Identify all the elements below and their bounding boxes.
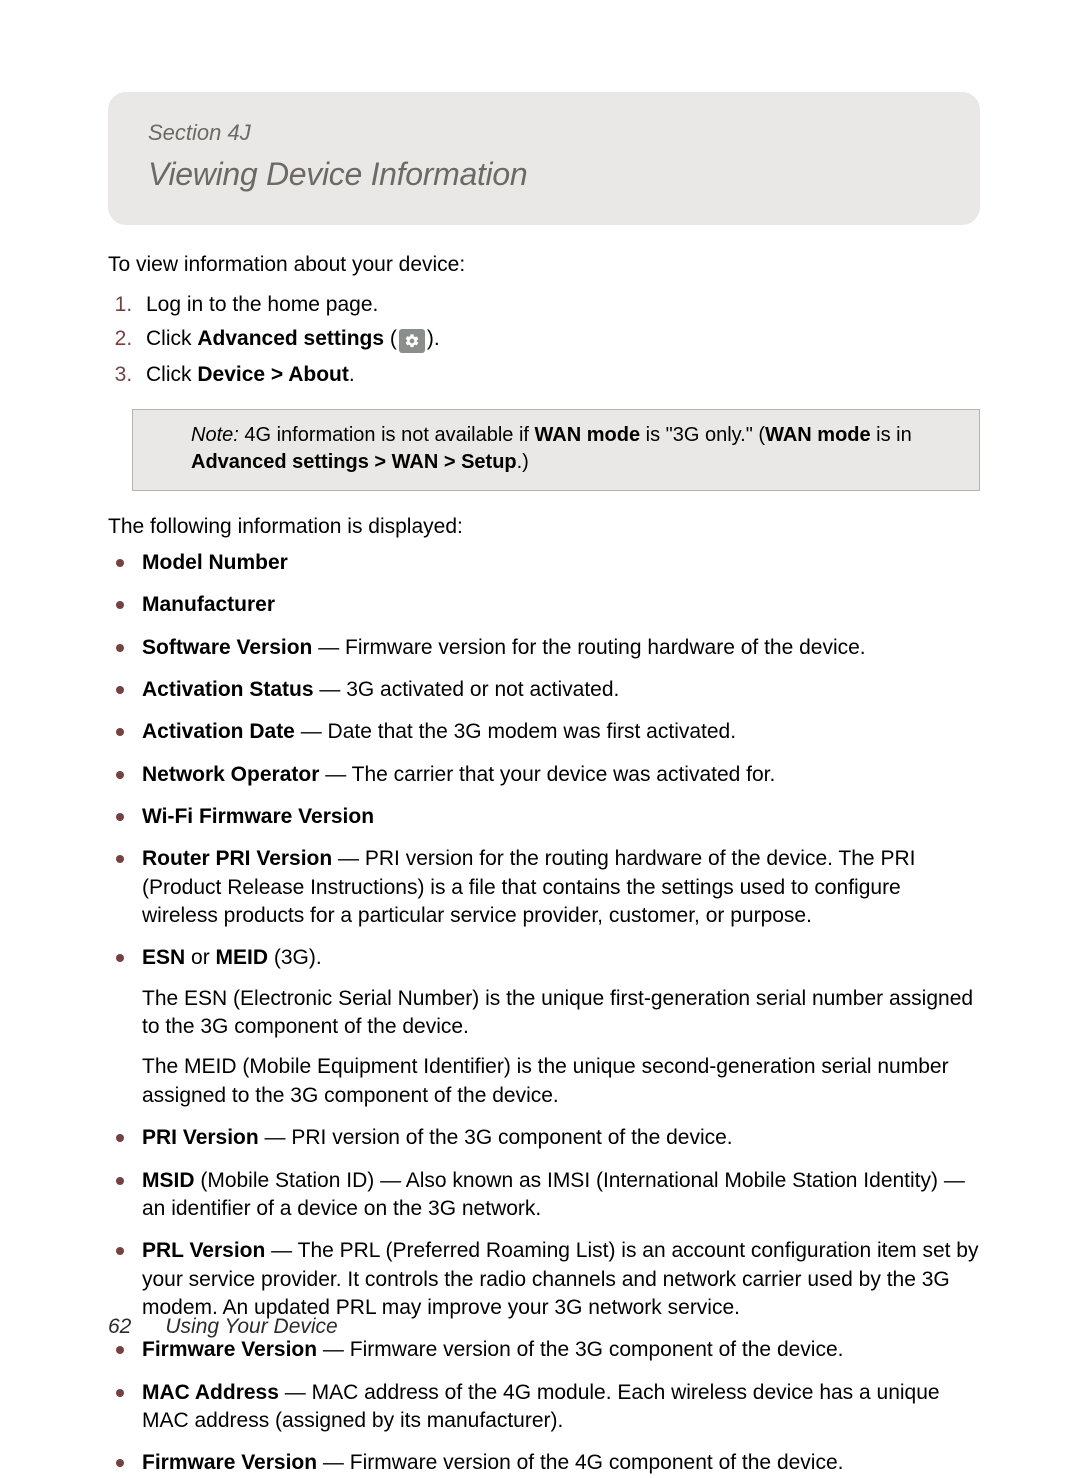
item-esn-p1: The ESN (Electronic Serial Number) is th…	[142, 985, 980, 1042]
item-network-operator: Network Operator — The carrier that your…	[138, 761, 980, 789]
note-b2: WAN mode	[765, 424, 871, 446]
item-router-pri: Router PRI Version — PRI version for the…	[138, 845, 980, 930]
step-2-paren-close: ).	[427, 327, 440, 350]
item-actdate-label: Activation Date	[142, 720, 295, 743]
item-priver-desc: — PRI version of the 3G component of the…	[259, 1126, 733, 1149]
note-t3: is in	[871, 424, 912, 446]
note-label: Note:	[191, 424, 239, 446]
section-label: Section 4J	[148, 120, 940, 146]
item-esn-label: ESN	[142, 946, 185, 969]
following-text: The following information is displayed:	[108, 515, 980, 539]
item-firmware-3g: Firmware Version — Firmware version of t…	[138, 1336, 980, 1364]
item-mac-label: MAC Address	[142, 1381, 279, 1404]
item-model: Model Number	[138, 549, 980, 577]
item-swver-label: Software Version	[142, 636, 312, 659]
item-netop-label: Network Operator	[142, 763, 319, 786]
page-footer: 62 Using Your Device	[108, 1315, 338, 1339]
item-esn-meid: ESN or MEID (3G). The ESN (Electronic Se…	[138, 944, 980, 1110]
item-swver-desc: — Firmware version for the routing hardw…	[312, 636, 865, 659]
item-fw4g-label: Firmware Version	[142, 1451, 317, 1474]
item-pri-version: PRI Version — PRI version of the 3G comp…	[138, 1124, 980, 1152]
note-t2: is "3G only." (	[640, 424, 765, 446]
item-meid-label: MEID	[216, 946, 269, 969]
item-activation-date: Activation Date — Date that the 3G modem…	[138, 718, 980, 746]
gear-icon	[399, 329, 425, 353]
item-mac-address: MAC Address — MAC address of the 4G modu…	[138, 1379, 980, 1436]
item-actstatus-desc: — 3G activated or not activated.	[314, 678, 620, 701]
item-actdate-desc: — Date that the 3G modem was first activ…	[295, 720, 736, 743]
item-fw3g-desc: — Firmware version of the 3G component o…	[317, 1338, 843, 1361]
item-fw4g-desc: — Firmware version of the 4G component o…	[317, 1451, 843, 1474]
item-activation-status: Activation Status — 3G activated or not …	[138, 676, 980, 704]
section-header: Section 4J Viewing Device Information	[108, 92, 980, 225]
item-esn-or: or	[185, 946, 215, 969]
step-1: Log in to the home page.	[138, 293, 980, 317]
chapter-name: Using Your Device	[165, 1315, 337, 1338]
item-manufacturer: Manufacturer	[138, 591, 980, 619]
item-esn-suffix: (3G).	[268, 946, 322, 969]
step-3: Click Device > About.	[138, 363, 980, 387]
step-1-text: Log in to the home page.	[146, 293, 378, 316]
item-mfr-label: Manufacturer	[142, 593, 275, 616]
item-esn-p2: The MEID (Mobile Equipment Identifier) i…	[142, 1053, 980, 1110]
item-software-version: Software Version — Firmware version for …	[138, 634, 980, 662]
note-box: Note: 4G information is not available if…	[132, 409, 980, 491]
item-prlver-label: PRL Version	[142, 1239, 265, 1262]
item-wifi-firmware: Wi-Fi Firmware Version	[138, 803, 980, 831]
step-2-prefix: Click	[146, 327, 197, 350]
step-3-suffix: .	[349, 363, 355, 386]
item-msid-desc: (Mobile Station ID) — Also known as IMSI…	[142, 1169, 965, 1220]
note-t4: .)	[517, 451, 529, 473]
item-routerpri-label: Router PRI Version	[142, 847, 332, 870]
item-msid-label: MSID	[142, 1169, 195, 1192]
item-model-label: Model Number	[142, 551, 288, 574]
intro-text: To view information about your device:	[108, 253, 980, 277]
step-2: Click Advanced settings ().	[138, 327, 980, 353]
item-wififw-label: Wi-Fi Firmware Version	[142, 805, 374, 828]
note-b3: Advanced settings > WAN > Setup	[191, 451, 517, 473]
step-3-path: Device > About	[197, 363, 349, 386]
note-t1: 4G information is not available if	[239, 424, 535, 446]
steps-list: Log in to the home page. Click Advanced …	[108, 293, 980, 387]
section-title: Viewing Device Information	[148, 156, 940, 193]
step-2-paren-open: (	[384, 327, 397, 350]
item-msid: MSID (Mobile Station ID) — Also known as…	[138, 1167, 980, 1224]
item-firmware-4g: Firmware Version — Firmware version of t…	[138, 1449, 980, 1477]
note-b1: WAN mode	[535, 424, 641, 446]
item-netop-desc: — The carrier that your device was activ…	[319, 763, 775, 786]
item-actstatus-label: Activation Status	[142, 678, 314, 701]
step-2-bold: Advanced settings	[197, 327, 384, 350]
item-prlver-desc: — The PRL (Preferred Roaming List) is an…	[142, 1239, 979, 1319]
step-3-prefix: Click	[146, 363, 197, 386]
item-priver-label: PRI Version	[142, 1126, 259, 1149]
item-fw3g-label: Firmware Version	[142, 1338, 317, 1361]
page-number: 62	[108, 1315, 131, 1339]
item-prl-version: PRL Version — The PRL (Preferred Roaming…	[138, 1237, 980, 1322]
